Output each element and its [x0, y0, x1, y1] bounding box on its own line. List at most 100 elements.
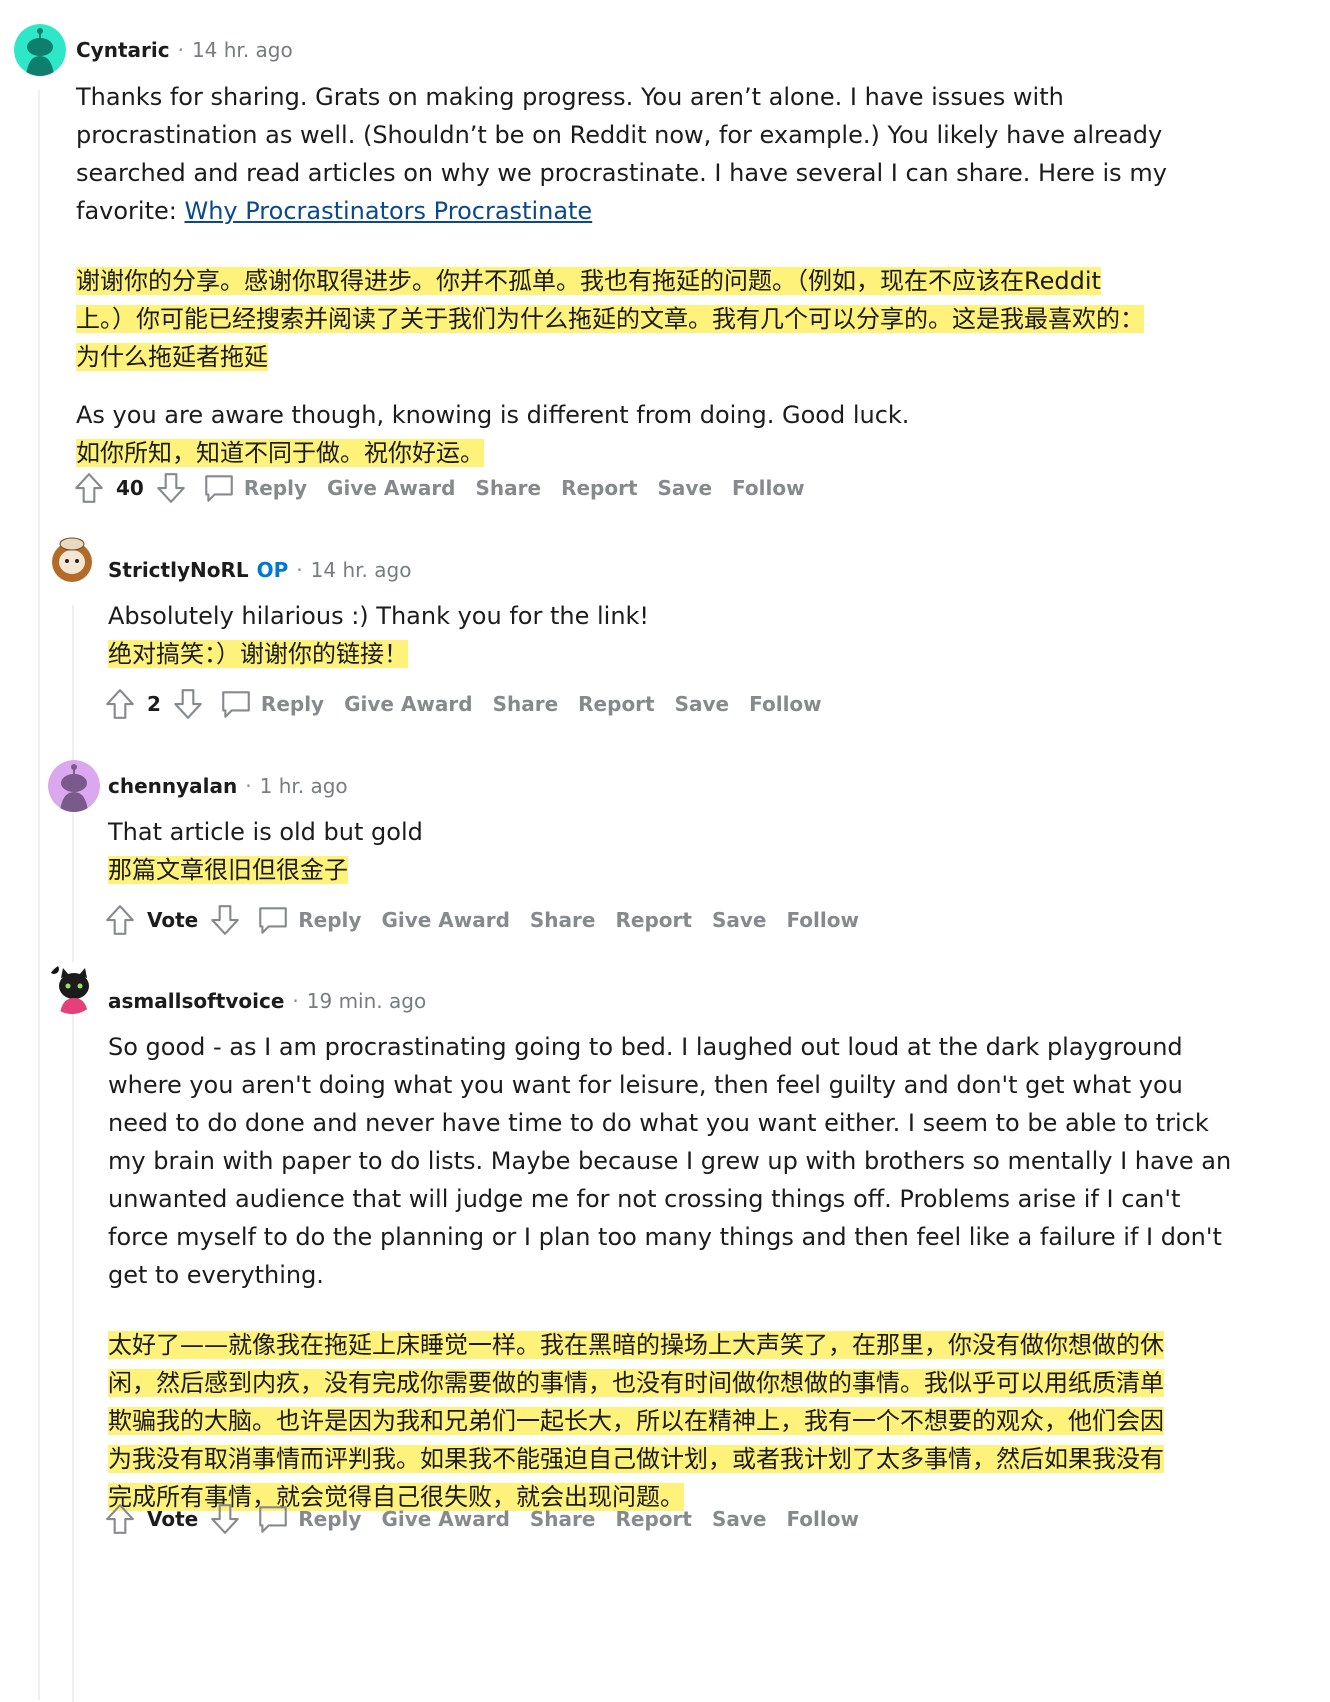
translation-text: 闲，然后感到内疚，没有完成你需要做的事情，也没有时间做你想做的事情。我似乎可以用… [108, 1369, 1164, 1397]
comment-meta: Cyntaric · 14 hr. ago [76, 36, 293, 64]
upvote-button[interactable] [101, 685, 139, 723]
comment-actions: Vote Reply Give Award Share Report Save … [101, 1499, 879, 1539]
comment-body: That article is old but gold 那篇文章很旧但很金子 [108, 813, 1208, 889]
arrow-up-outline-icon [106, 1504, 134, 1534]
save-button[interactable]: Save [658, 476, 713, 500]
speech-bubble-icon [259, 1506, 288, 1533]
reply-button[interactable]: Reply [219, 687, 324, 721]
comment-text-line: get to everything. [108, 1261, 324, 1289]
give-award-button[interactable]: Give Award [344, 692, 472, 716]
comment-actions: 2 Reply Give Award Share Report Save Fol… [101, 684, 842, 724]
comment-text-line: unwanted audience that will judge me for… [108, 1185, 1181, 1213]
comment-timestamp[interactable]: 14 hr. ago [192, 38, 293, 62]
comment-actions: Vote Reply Give Award Share Report Save … [101, 900, 879, 940]
separator-dot: · [296, 558, 303, 582]
comment-actions: 40 Reply Give Award Share Report Save Fo… [70, 468, 825, 508]
avatar[interactable] [46, 962, 98, 1014]
reply-label: Reply [298, 908, 362, 932]
follow-button[interactable]: Follow [749, 692, 822, 716]
comment-author[interactable]: asmallsoftvoice [108, 989, 284, 1013]
snoo-avatar-icon [14, 24, 66, 76]
translation-line: 太好了——就像我在拖延上床睡觉一样。我在黑暗的操场上大声笑了，在那里，你没有做你… [108, 1326, 1258, 1364]
comment-text-line: Thanks for sharing. Grats on making prog… [76, 83, 1064, 111]
translation-line: 上。）你可能已经搜索并阅读了关于我们为什么拖延的文章。我有几个可以分享的。这是我… [76, 300, 1216, 338]
follow-button[interactable]: Follow [732, 476, 805, 500]
comment-author[interactable]: StrictlyNoRL [108, 558, 249, 582]
vote-score: Vote [147, 908, 199, 932]
comment-text-line: Absolutely hilarious :) Thank you for th… [108, 602, 650, 630]
comment-timestamp[interactable]: 19 min. ago [307, 989, 426, 1013]
comment-text-line: where you aren't doing what you want for… [108, 1071, 1183, 1099]
translation-text: 太好了——就像我在拖延上床睡觉一样。我在黑暗的操场上大声笑了，在那里，你没有做你… [108, 1331, 1164, 1359]
comment-text-line: As you are aware though, knowing is diff… [76, 401, 910, 429]
downvote-button[interactable] [152, 469, 190, 507]
comment-text-line: So good - as I am procrastinating going … [108, 1033, 1183, 1061]
cat-snoo-avatar-icon [46, 962, 98, 1014]
speech-bubble-icon [205, 475, 233, 502]
vote-score: 40 [116, 476, 144, 500]
comment-author[interactable]: chennyalan [108, 774, 237, 798]
share-button[interactable]: Share [530, 908, 596, 932]
translation-line: 为我没有取消事情而评判我。如果我不能强迫自己做计划，或者我计划了太多事情，然后如… [108, 1440, 1258, 1478]
separator-dot: · [292, 989, 299, 1013]
report-button[interactable]: Report [578, 692, 654, 716]
separator-dot: · [245, 774, 252, 798]
save-button[interactable]: Save [712, 908, 767, 932]
arrow-down-outline-icon [211, 905, 240, 935]
comment-timestamp[interactable]: 14 hr. ago [311, 558, 412, 582]
report-button[interactable]: Report [615, 908, 691, 932]
follow-button[interactable]: Follow [786, 908, 859, 932]
downvote-button[interactable] [206, 1500, 244, 1538]
avatar[interactable] [14, 24, 66, 76]
reply-label: Reply [243, 476, 308, 500]
translation-line: 如你所知，知道不同于做。祝你好运。 [76, 434, 1216, 472]
comment-text-line: That article is old but gold [108, 818, 423, 846]
report-button[interactable]: Report [561, 476, 637, 500]
vote-score: 2 [147, 692, 161, 716]
arrow-up-outline-icon [75, 473, 103, 503]
translation-line: 为什么拖延者拖延 [76, 338, 1216, 376]
upvote-button[interactable] [101, 901, 139, 939]
comment-body: Absolutely hilarious :) Thank you for th… [108, 597, 1208, 673]
give-award-button[interactable]: Give Award [327, 476, 455, 500]
report-button[interactable]: Report [615, 1507, 691, 1531]
vote-score: Vote [147, 1507, 199, 1531]
reply-button[interactable]: Reply [256, 1502, 361, 1536]
upvote-button[interactable] [70, 469, 108, 507]
separator-dot: · [177, 38, 184, 62]
give-award-button[interactable]: Give Award [381, 908, 509, 932]
thread-line-root[interactable] [38, 90, 40, 1700]
reply-button[interactable]: Reply [256, 903, 361, 937]
avatar[interactable] [48, 760, 100, 812]
reply-button[interactable]: Reply [202, 471, 307, 505]
translation-line: 闲，然后感到内疚，没有完成你需要做的事情，也没有时间做你想做的事情。我似乎可以用… [108, 1364, 1258, 1402]
share-button[interactable]: Share [493, 692, 559, 716]
translation-line: 欺骗我的大脑。也许是因为我和兄弟们一起长大，所以在精神上，我有一个不想要的观众，… [108, 1402, 1258, 1440]
upvote-button[interactable] [101, 1500, 139, 1538]
downvote-button[interactable] [206, 901, 244, 939]
follow-button[interactable]: Follow [786, 1507, 859, 1531]
give-award-button[interactable]: Give Award [381, 1507, 509, 1531]
arrow-up-outline-icon [106, 905, 134, 935]
article-link[interactable]: Why Procrastinators Procrastinate [184, 197, 592, 225]
comment-text: favorite: [76, 197, 185, 225]
comment-meta: asmallsoftvoice · 19 min. ago [108, 987, 426, 1015]
translation-line: 谢谢你的分享。感谢你取得进步。你并不孤单。我也有拖延的问题。（例如，现在不应该在… [76, 262, 1216, 300]
comment-timestamp[interactable]: 1 hr. ago [260, 774, 348, 798]
share-button[interactable]: Share [530, 1507, 596, 1531]
avatar[interactable] [46, 532, 98, 584]
comment-author[interactable]: Cyntaric [76, 38, 170, 62]
snoo-avatar-icon [48, 760, 100, 812]
lion-snoo-avatar-icon [46, 532, 98, 584]
comment-text-line: searched and read articles on why we pro… [76, 159, 1167, 187]
comment-body: So good - as I am procrastinating going … [108, 1028, 1258, 1516]
translation-line: 那篇文章很旧但很金子 [108, 851, 1208, 889]
translation-text: 欺骗我的大脑。也许是因为我和兄弟们一起长大，所以在精神上，我有一个不想要的观众，… [108, 1407, 1164, 1435]
translation-text: 那篇文章很旧但很金子 [108, 856, 348, 884]
arrow-down-outline-icon [174, 689, 202, 719]
downvote-button[interactable] [169, 685, 207, 723]
save-button[interactable]: Save [675, 692, 730, 716]
speech-bubble-icon [259, 907, 288, 934]
share-button[interactable]: Share [476, 476, 542, 500]
save-button[interactable]: Save [712, 1507, 767, 1531]
